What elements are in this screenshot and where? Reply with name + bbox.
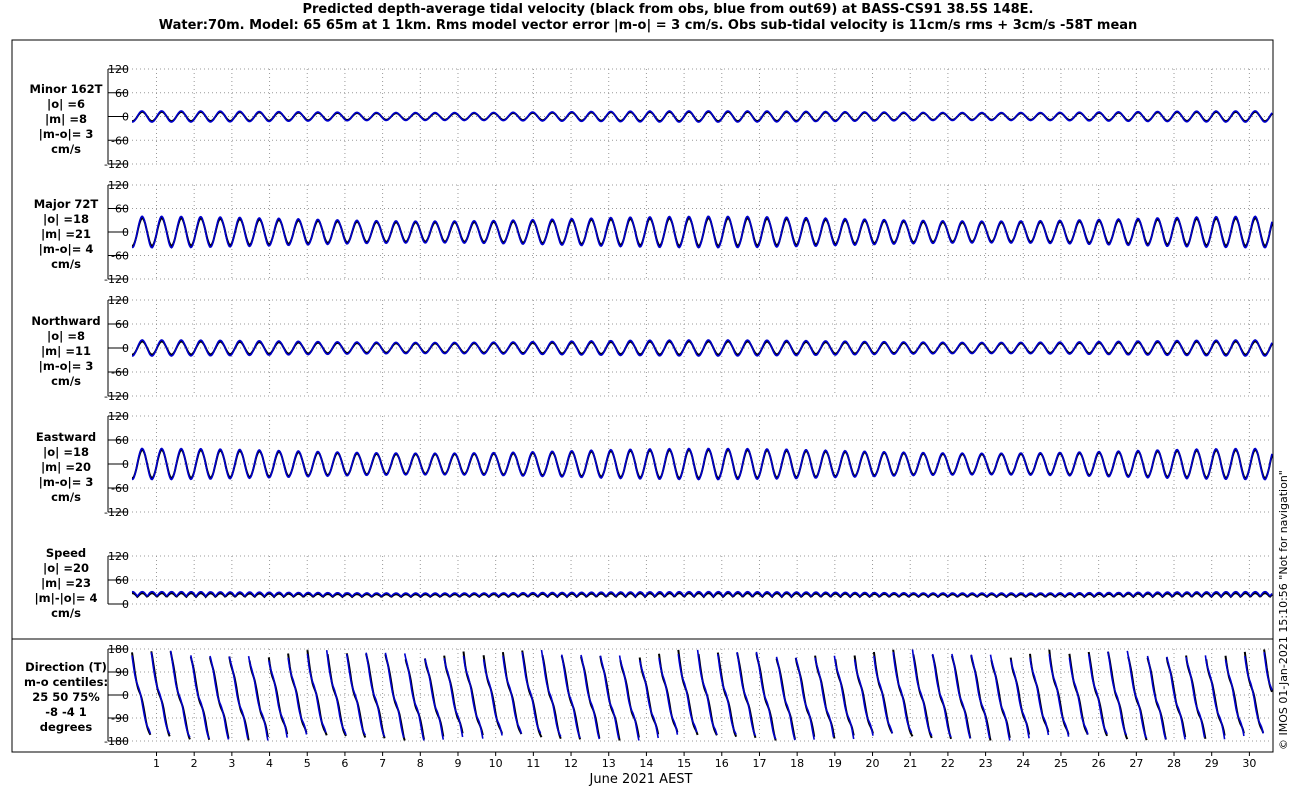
- x-axis-label: June 2021 AEST: [589, 772, 693, 787]
- panel-label-line: |m| =21: [41, 227, 91, 241]
- xtick-label: 13: [602, 757, 616, 770]
- xtick-label: 4: [266, 757, 273, 770]
- panel-direction: -180-90090180Direction (T)m-o centiles:2…: [24, 643, 1273, 748]
- ytick-label: 60: [115, 318, 129, 331]
- chart-panels: -120-60060120Minor 162T|o| =6|m| =8|m-o|…: [24, 63, 1273, 748]
- xtick-label: 15: [677, 757, 691, 770]
- xtick-label: 24: [1016, 757, 1030, 770]
- xtick-label: 18: [790, 757, 804, 770]
- panel-label-line: |m| =20: [41, 460, 91, 474]
- panel-label-line: |m-o|= 4: [39, 242, 94, 256]
- xtick-label: 19: [828, 757, 842, 770]
- ytick-label: 120: [108, 550, 129, 563]
- panel-label-line: -8 -4 1: [45, 705, 87, 719]
- xtick-label: 7: [379, 757, 386, 770]
- ytick-label: 0: [122, 689, 129, 702]
- panel-label-line: cm/s: [51, 490, 81, 504]
- xtick-label: 27: [1129, 757, 1143, 770]
- watermark: © IMOS 01-Jan-2021 15:10:56 "Not for nav…: [1277, 470, 1290, 750]
- panel-speed: 0 60 120 Speed|o| =20|m| =23|m|-|o|= 4cm/s: [34, 546, 1273, 620]
- panel-label-line: Minor 162T: [30, 82, 103, 96]
- panel-label-line: |o| =20: [43, 561, 89, 575]
- panel-label-line: cm/s: [51, 606, 81, 620]
- xtick-label: 10: [489, 757, 503, 770]
- panel-label-line: Eastward: [36, 430, 96, 444]
- ytick-label: -60: [111, 366, 129, 379]
- panel-northward: -120-60060120Northward|o| =8|m| =11|m-o|…: [31, 294, 1273, 403]
- panel-label-line: |m| =8: [45, 112, 87, 126]
- xtick-label: 5: [304, 757, 311, 770]
- ytick-label: -60: [111, 134, 129, 147]
- panel-label-line: 25 50 75%: [32, 690, 100, 704]
- ytick-label: 0: [122, 226, 129, 239]
- tidal-velocity-chart: Predicted depth-average tidal velocity (…: [11, 2, 1290, 787]
- panel-minor: -120-60060120Minor 162T|o| =6|m| =8|m-o|…: [30, 63, 1273, 171]
- xtick-label: 16: [715, 757, 729, 770]
- panel-label-line: Major 72T: [34, 197, 99, 211]
- panel-label-line: |m-o|= 3: [39, 127, 94, 141]
- panel-label-line: |m|-|o|= 4: [34, 591, 97, 605]
- ytick-label: 60: [115, 203, 129, 216]
- panel-label-line: m-o centiles:: [24, 675, 108, 689]
- xtick-label: 8: [417, 757, 424, 770]
- xtick-label: 25: [1054, 757, 1068, 770]
- panel-label-line: |m| =11: [41, 344, 91, 358]
- xtick-label: 9: [454, 757, 461, 770]
- panel-label-line: |o| =18: [43, 212, 89, 226]
- chart-frame: [11, 39, 1274, 753]
- ytick-label: -60: [111, 482, 129, 495]
- panel-label-line: cm/s: [51, 257, 81, 271]
- xtick-label: 26: [1092, 757, 1106, 770]
- xtick-label: 22: [941, 757, 955, 770]
- ytick-label: 60: [115, 434, 129, 447]
- xtick-label: 21: [903, 757, 917, 770]
- xtick-label: 12: [564, 757, 578, 770]
- ytick-label: 0: [122, 111, 129, 124]
- ytick-label: 0: [122, 458, 129, 471]
- x-axis: 1 2 3 4 5 6 7 8 9 10 11 12 13 14 15 16 17 18 19 20 21 22 23 24 2…: [153, 752, 1256, 770]
- xtick-label: 20: [866, 757, 880, 770]
- chart-title-line2: Water:70m. Model: 65 65m at 1 1km. Rms m…: [159, 18, 1138, 33]
- xtick-label: 30: [1242, 757, 1256, 770]
- ytick-label: 120: [108, 63, 129, 76]
- panel-label-line: Direction (T): [25, 660, 107, 674]
- panel-label-line: Speed: [46, 546, 86, 560]
- panel-label-line: |o| =8: [47, 329, 85, 343]
- xtick-label: 2: [191, 757, 198, 770]
- ytick-label: 180: [108, 643, 129, 656]
- ytick-label: 60: [115, 87, 129, 100]
- panel-label-line: |m-o|= 3: [39, 475, 94, 489]
- chart-title-line1: Predicted depth-average tidal velocity (…: [302, 2, 1033, 17]
- ytick-label: 0: [122, 598, 129, 611]
- xtick-label: 11: [526, 757, 540, 770]
- panel-label-line: |o| =6: [47, 97, 85, 111]
- xtick-label: 14: [639, 757, 653, 770]
- ytick-label: 120: [108, 410, 129, 423]
- panel-label-line: cm/s: [51, 374, 81, 388]
- ytick-label: 0: [122, 342, 129, 355]
- panel-label-line: |m-o|= 3: [39, 359, 94, 373]
- xtick-label: 3: [228, 757, 235, 770]
- ytick-label: 90: [115, 666, 129, 679]
- panel-eastward: -120-60060120Eastward|o| =18|m| =20|m-o|…: [36, 410, 1273, 519]
- xtick-label: 23: [979, 757, 993, 770]
- panel-label-line: Northward: [31, 314, 100, 328]
- ytick-label: 120: [108, 179, 129, 192]
- ytick-label: 120: [108, 294, 129, 307]
- panel-label-line: |o| =18: [43, 445, 89, 459]
- panel-label-line: degrees: [40, 720, 93, 734]
- xtick-label: 6: [341, 757, 348, 770]
- ytick-label: -90: [111, 712, 129, 725]
- xtick-label: 29: [1205, 757, 1219, 770]
- xtick-label: 1: [153, 757, 160, 770]
- ytick-label: 60: [115, 574, 129, 587]
- panel-major: -120-60060120Major 72T|o| =18|m| =21|m-o…: [34, 179, 1273, 286]
- xtick-label: 17: [752, 757, 766, 770]
- panel-label-line: cm/s: [51, 142, 81, 156]
- panel-label-line: |m| =23: [41, 576, 91, 590]
- ytick-label: -60: [111, 250, 129, 263]
- xtick-label: 28: [1167, 757, 1181, 770]
